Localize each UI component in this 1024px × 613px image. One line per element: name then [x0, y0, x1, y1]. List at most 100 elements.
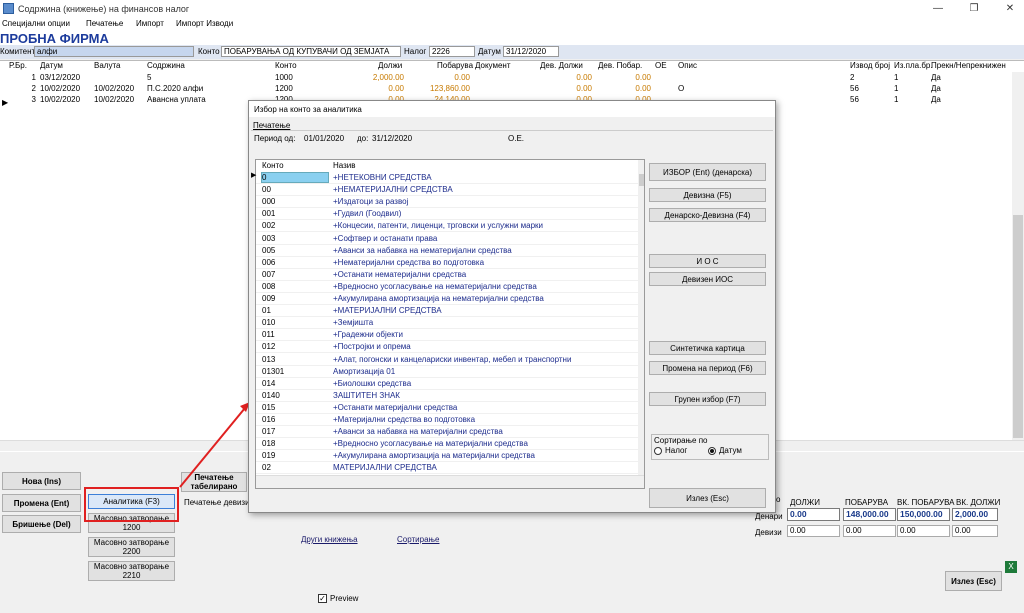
period-to-label: до: [357, 134, 369, 143]
account-row[interactable]: 006 +Нематеријални средства во подготовка [256, 257, 638, 269]
account-row[interactable]: 016 +Материјални средства во подготовка [256, 414, 638, 426]
account-code: 0 [261, 172, 329, 183]
account-row[interactable]: 018 +Вредносно усогласување на материјалн… [256, 438, 638, 451]
account-code: 001 [262, 209, 276, 219]
account-name: +Биолошки средства [333, 378, 412, 388]
account-name: +МАТЕРИЈАЛНИ СРЕДСТВА [333, 306, 442, 316]
account-code: 007 [262, 269, 276, 279]
denar-foreign-button[interactable]: Денарско-Девизна (F4) [649, 208, 766, 222]
account-row[interactable]: 01 +МАТЕРИЈАЛНИ СРЕДСТВА [256, 305, 638, 318]
account-name: ЗАШТИТЕН ЗНАК [333, 390, 400, 400]
account-row[interactable]: 005 +Аванси за набавка на нематеријални с… [256, 245, 638, 257]
account-name: +Вредносно усогласување на нематеријални… [333, 281, 537, 291]
account-name: +Алат, погонски и канцелариски инвентар,… [333, 354, 572, 364]
account-row[interactable]: 007 +Останати нематеријални средства [256, 269, 638, 281]
list-header-konto[interactable]: Конто [262, 161, 284, 170]
account-name: +НЕТЕКОВНИ СРЕДСТВА [333, 173, 432, 182]
account-name: +Софтвер и останати права [333, 233, 438, 243]
account-row[interactable]: 013 +Алат, погонски и канцелариски инвент… [256, 354, 638, 366]
account-name: +Постројки и опрема [333, 342, 411, 352]
account-row[interactable]: 011 +Градежни објекти [256, 329, 638, 342]
account-row[interactable]: 0 +НЕТЕКОВНИ СРЕДСТВА [256, 172, 638, 184]
account-code: 014 [262, 378, 276, 388]
account-row[interactable]: 001 +Гудвил (Гоодвил) [256, 208, 638, 221]
account-code: 019 [262, 451, 276, 461]
account-name: +Останати материјални средства [333, 402, 458, 412]
ios-button[interactable]: И О С [649, 254, 766, 268]
period-to-value: 31/12/2020 [372, 134, 413, 143]
account-name: +Гудвил (Гоодвил) [333, 209, 402, 219]
account-code: 015 [262, 402, 276, 412]
account-row[interactable]: 000 +Издатоци за развој [256, 196, 638, 209]
account-row[interactable]: 002 +Концесии, патенти, лиценци, трговски… [256, 220, 638, 233]
dialog-menu-print[interactable]: Печатење [253, 121, 290, 130]
account-code: 008 [262, 281, 276, 291]
synthetic-card-button[interactable]: Синтетичка картица [649, 341, 766, 355]
period-from-value: 01/01/2020 [304, 134, 345, 143]
account-row[interactable]: 012 +Постројки и опрема [256, 341, 638, 354]
account-selection-dialog: Избор на конто за аналитика Печатење Пер… [248, 100, 776, 513]
sort-nalog-option[interactable]: Налог [654, 446, 687, 455]
account-code: 01 [262, 306, 271, 316]
account-name: +Аванси за набавка на материјални средст… [333, 427, 503, 437]
account-list[interactable]: Конто Назив 0 +НЕТЕКОВНИ СРЕДСТВА 00 +НЕМАТ… [255, 159, 645, 489]
account-name: +Вредносно усогласување на материјални с… [333, 439, 528, 449]
account-row[interactable]: 0140 ЗАШТИТЕН ЗНАК [256, 390, 638, 402]
group-select-button[interactable]: Групен избор (F7) [649, 392, 766, 406]
account-code: 016 [262, 415, 276, 424]
account-name: +Акумулирана амортизација на нематеријал… [333, 294, 544, 303]
foreign-button[interactable]: Девизна (F5) [649, 188, 766, 202]
sort-nalog-radio[interactable] [654, 446, 662, 455]
account-code: 002 [262, 221, 276, 231]
account-name: МАТЕРИЈАЛНИ СРЕДСТВА [333, 463, 437, 473]
list-header-naziv[interactable]: Назив [333, 161, 356, 170]
dialog-title: Избор на конто за аналитика [249, 101, 775, 117]
account-name: +Градежни објекти [333, 330, 403, 340]
account-code: 012 [262, 342, 276, 352]
account-row[interactable]: 02 МАТЕРИЈАЛНИ СРЕДСТВА [256, 462, 638, 475]
account-code: 018 [262, 439, 276, 449]
list-scroll-thumb[interactable] [639, 174, 644, 186]
account-code: 02 [262, 463, 271, 473]
account-code: 009 [262, 294, 276, 303]
account-name: +Нематеријални средства во подготовка [333, 257, 485, 267]
account-name: +Акумулирана амортизација на материјални… [333, 451, 535, 461]
account-code: 013 [262, 354, 276, 364]
account-code: 011 [262, 330, 275, 340]
foreign-ios-button[interactable]: Девизен ИОС [649, 272, 766, 286]
account-row[interactable]: 008 +Вредносно усогласување на нематерија… [256, 281, 638, 293]
list-vertical-scrollbar[interactable] [638, 160, 644, 475]
account-row[interactable]: 017 +Аванси за набавка на материјални сре… [256, 426, 638, 439]
account-code: 003 [262, 233, 276, 243]
account-code: 006 [262, 257, 276, 267]
account-name: +Останати нематеријални средства [333, 269, 467, 279]
account-row[interactable]: 015 +Останати материјални средства [256, 402, 638, 414]
account-name: Амортизација 01 [333, 366, 396, 376]
selected-row-pointer-icon: ▶ [251, 172, 257, 179]
account-name: +Концесии, патенти, лиценци, трговски и … [333, 221, 543, 231]
sort-datum-radio[interactable] [708, 446, 716, 455]
dialog-exit-button[interactable]: Излез (Esc) [649, 488, 766, 508]
account-row[interactable]: 009 +Акумулирана амортизација на нематери… [256, 293, 638, 305]
account-name: +Аванси за набавка на нематеријални сред… [333, 245, 512, 255]
account-row[interactable]: 014 +Биолошки средства [256, 378, 638, 390]
account-code: 010 [262, 318, 276, 328]
sort-datum-option[interactable]: Датум [708, 446, 742, 455]
period-from-label: Период од: [254, 134, 296, 143]
account-row[interactable]: 01301 Амортизација 01 [256, 366, 638, 378]
account-code: 000 [262, 197, 276, 207]
oe-label: О.Е. [508, 134, 525, 143]
account-name: +НЕМАТЕРИЈАЛНИ СРЕДСТВА [333, 185, 453, 195]
select-denar-button[interactable]: ИЗБОР (Ent) (денарска) [649, 163, 766, 181]
account-row[interactable]: 010 +Земјишта [256, 317, 638, 330]
change-period-button[interactable]: Промена на период (F6) [649, 361, 766, 375]
account-code: 0140 [262, 390, 280, 400]
account-row[interactable]: 003 +Софтвер и останати права [256, 233, 638, 245]
account-name: +Издатоци за развој [333, 197, 409, 207]
account-code: 00 [262, 185, 271, 195]
sort-datum-label: Датум [719, 446, 742, 455]
list-horizontal-scrollbar[interactable] [256, 475, 644, 488]
account-row[interactable]: 019 +Акумулирана амортизација на материја… [256, 450, 638, 463]
account-row[interactable]: 00 +НЕМАТЕРИЈАЛНИ СРЕДСТВА [256, 184, 638, 197]
sort-nalog-label: Налог [665, 446, 688, 455]
